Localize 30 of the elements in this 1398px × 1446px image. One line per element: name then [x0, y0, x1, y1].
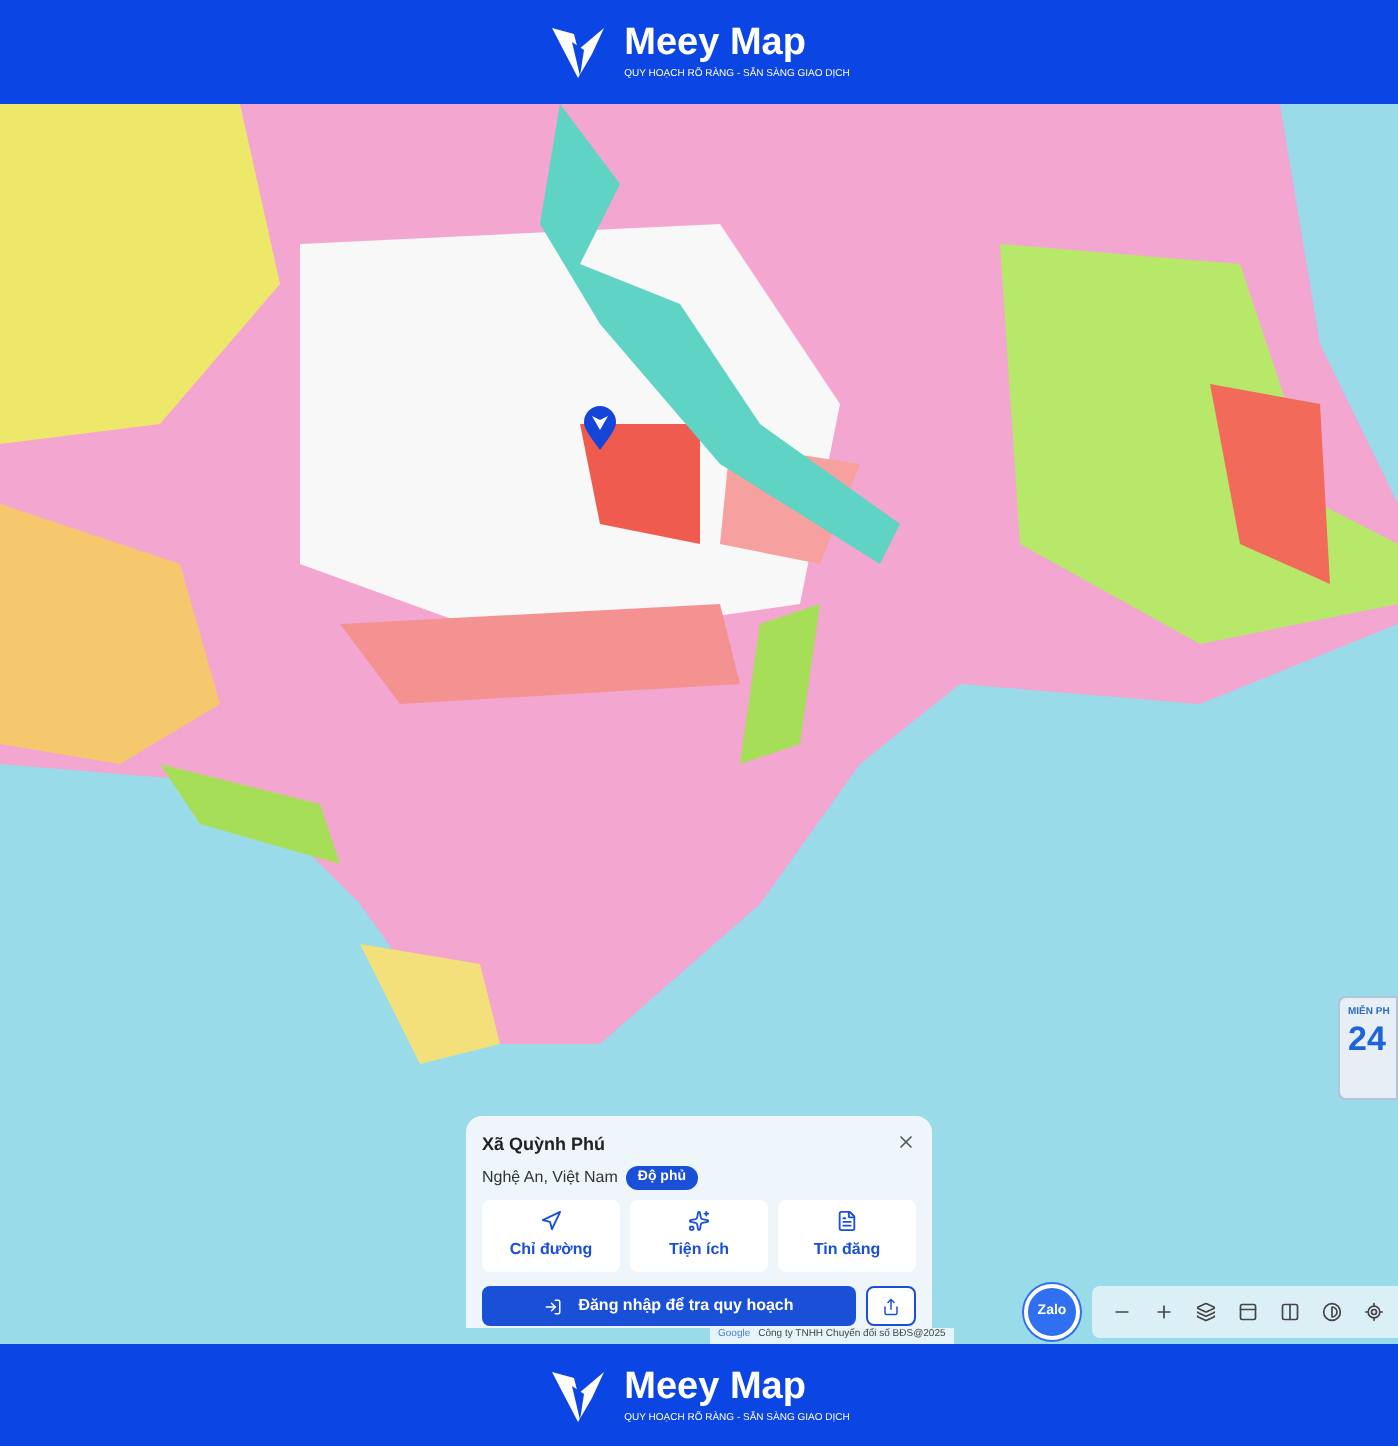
login-button[interactable]: Đăng nhập để tra quy hoạch [482, 1286, 856, 1326]
listings-button[interactable]: Tin đăng [778, 1200, 916, 1272]
share-button[interactable] [866, 1286, 916, 1326]
contrast-icon [1322, 1302, 1342, 1322]
navigation-icon [540, 1210, 562, 1232]
locate-icon [1364, 1302, 1384, 1322]
logo-icon [548, 22, 609, 82]
place-title: Xã Quỳnh Phú [482, 1132, 606, 1158]
brand-name: Meey Map [624, 1367, 808, 1405]
contrast-button[interactable] [1318, 1298, 1346, 1326]
login-icon [544, 1297, 563, 1315]
layers-button[interactable] [1192, 1298, 1220, 1326]
brand-name: Meey Map [624, 24, 808, 62]
locate-button[interactable] [1360, 1298, 1388, 1326]
layers-icon [1196, 1302, 1216, 1322]
sparkle-icon [688, 1210, 710, 1232]
ad-number: 24 [1348, 1021, 1386, 1055]
panel-button[interactable] [1234, 1298, 1262, 1326]
split-view-button[interactable] [1276, 1298, 1304, 1326]
map-pin-icon [582, 404, 618, 452]
directions-button[interactable]: Chỉ đường [482, 1200, 620, 1272]
close-icon [896, 1132, 916, 1152]
close-button[interactable] [896, 1132, 916, 1152]
amenities-button[interactable]: Tiện ích [630, 1200, 768, 1272]
panel-icon [1238, 1302, 1258, 1322]
split-icon [1280, 1302, 1300, 1322]
place-subtitle: Nghệ An, Việt Nam [482, 1165, 618, 1190]
share-icon [882, 1297, 900, 1315]
zoom-in-icon [1154, 1302, 1174, 1322]
document-icon [836, 1210, 858, 1232]
